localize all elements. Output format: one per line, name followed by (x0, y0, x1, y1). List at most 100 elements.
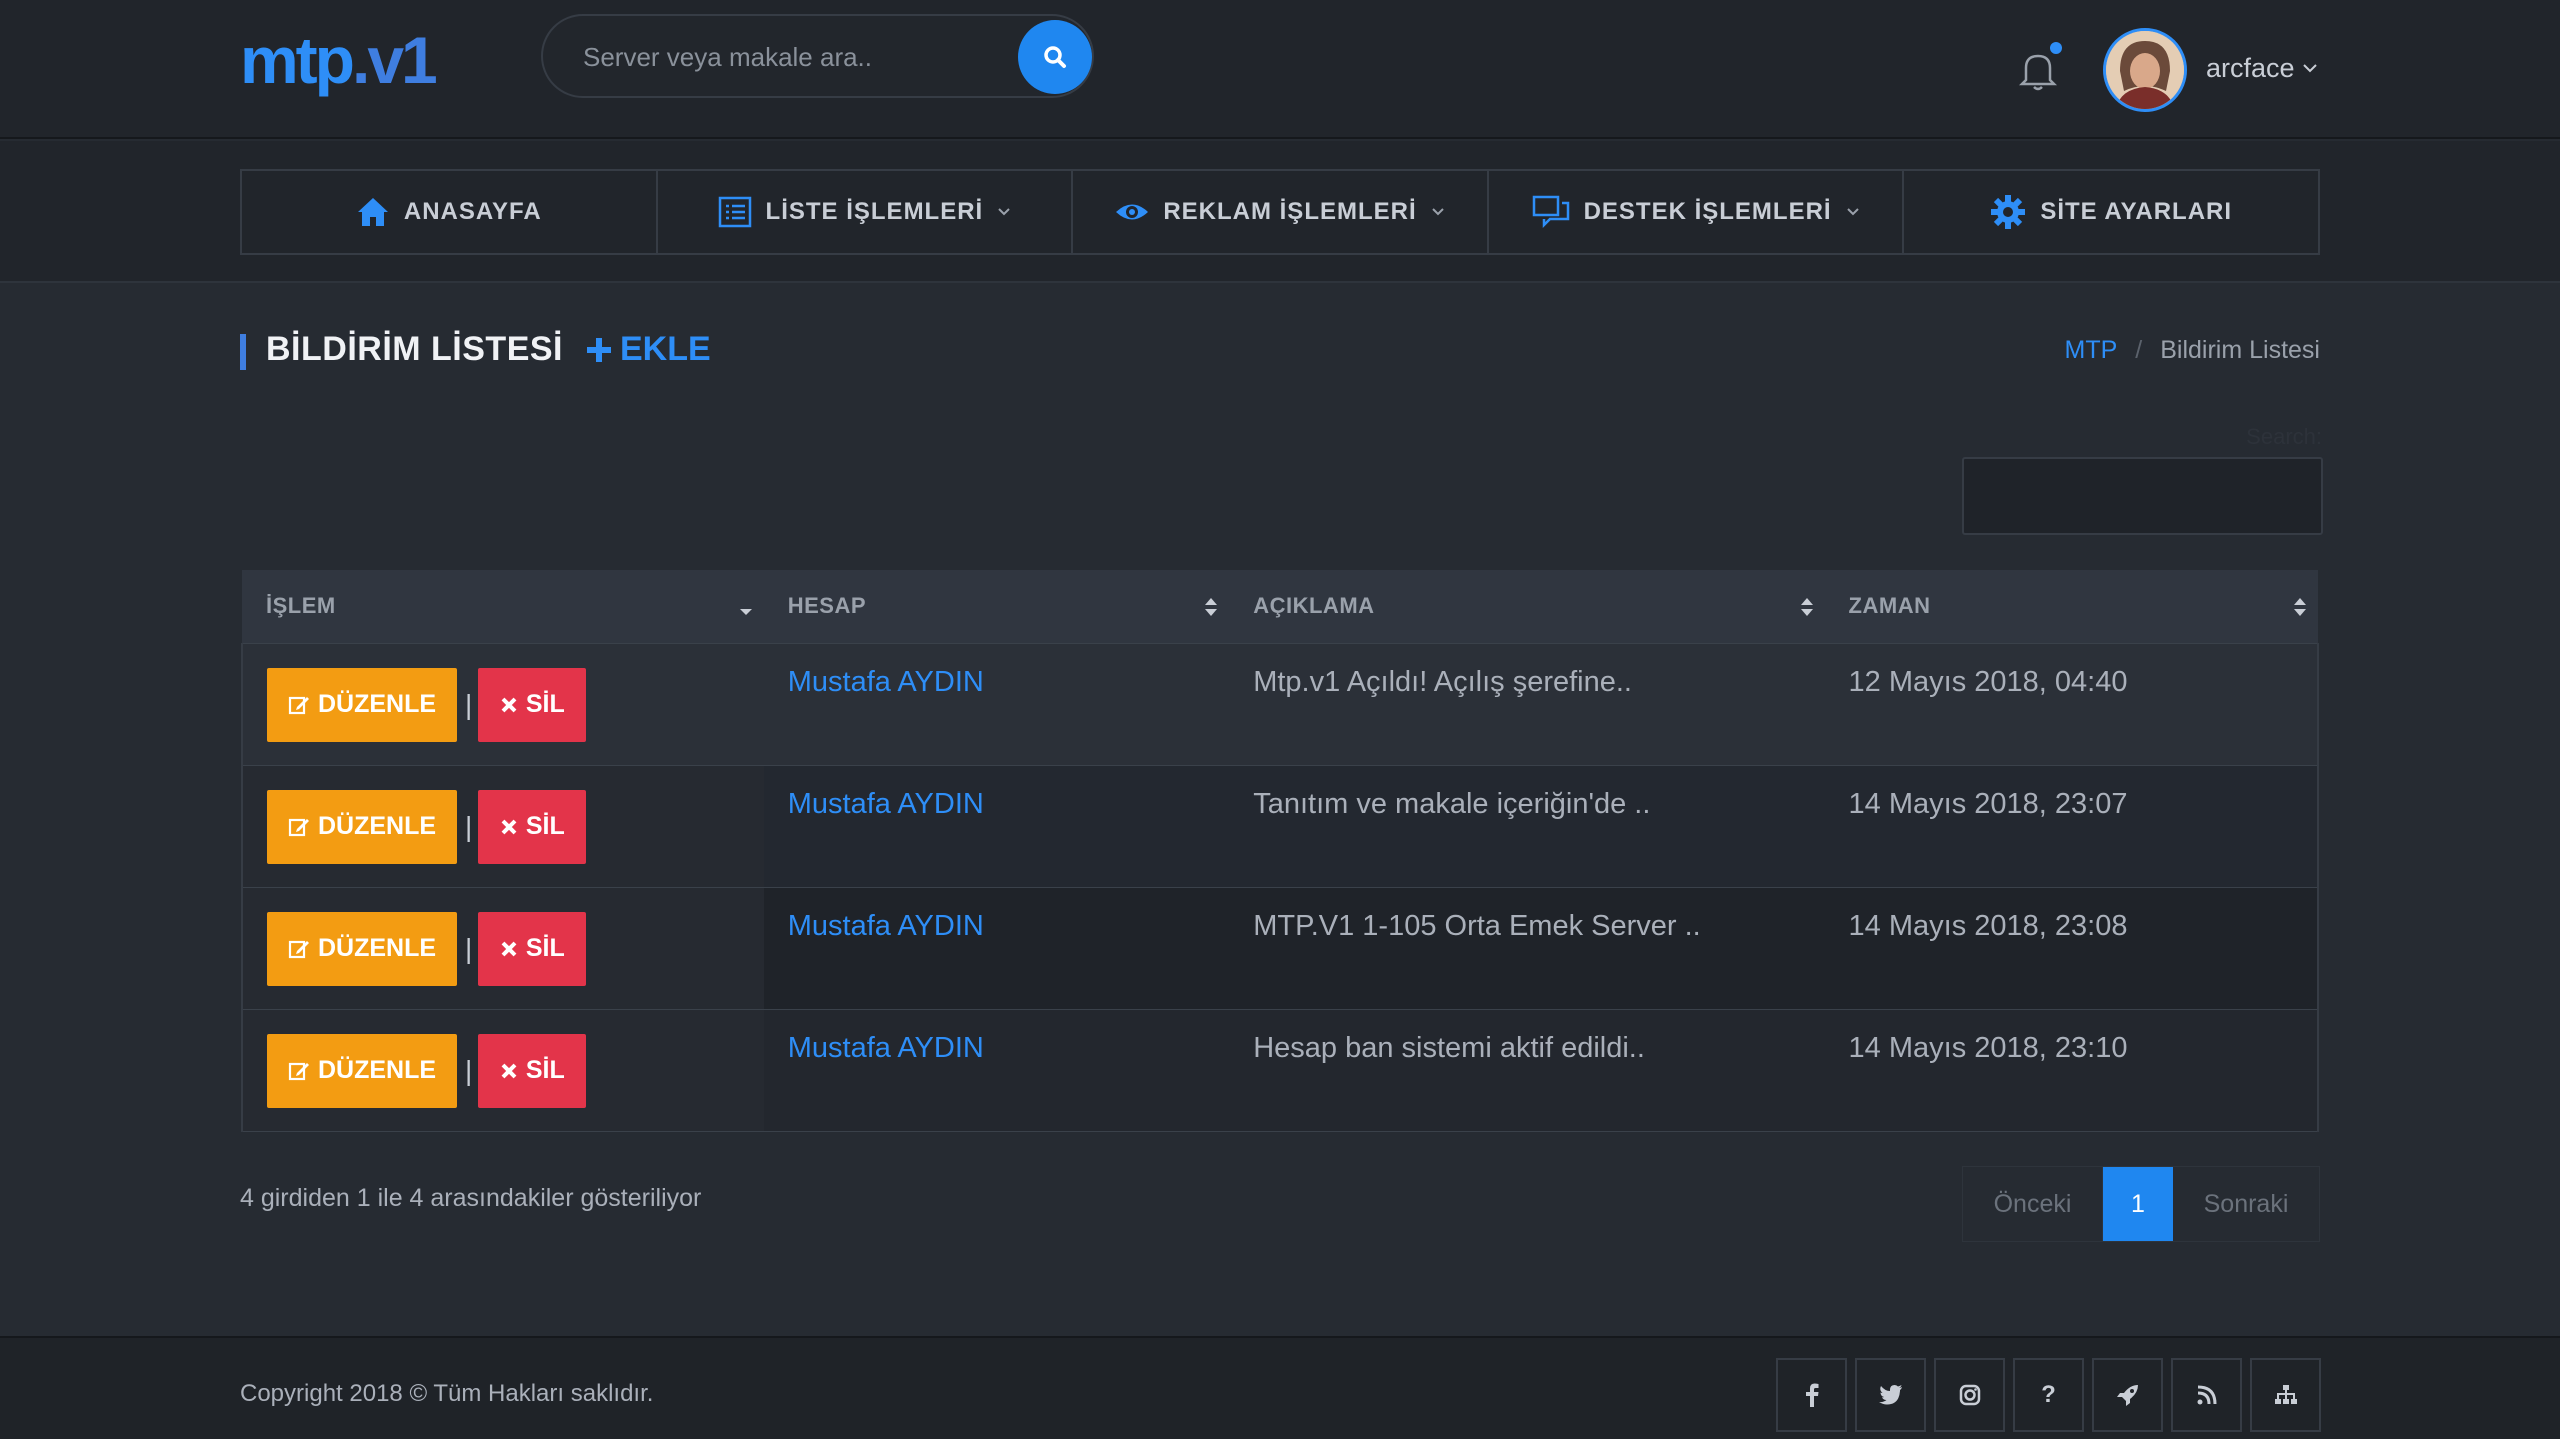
sort-desc-icon (739, 609, 752, 615)
twitter-icon (1878, 1385, 1902, 1405)
column-header-label: HESAP (787, 593, 867, 619)
footer: Copyright 2018 © Tüm Hakları saklıdır. ? (0, 1336, 2560, 1439)
bell-icon[interactable] (2018, 48, 2058, 92)
edit-icon (288, 696, 309, 714)
edit-label: DÜZENLE (317, 1056, 437, 1084)
delete-label: SİL (525, 690, 565, 718)
action-divider: | (465, 1054, 473, 1086)
column-header-islem[interactable]: İŞLEM (242, 570, 764, 644)
search-input[interactable] (583, 34, 1023, 80)
nav-item-label: DESTEK İŞLEMLERİ (1583, 198, 1832, 225)
delete-button[interactable]: SİL (478, 1033, 587, 1108)
account-link[interactable]: Mustafa AYDIN (763, 765, 1230, 888)
search-button[interactable] (1018, 20, 1092, 94)
delete-button[interactable]: SİL (478, 911, 587, 986)
nav-item-label: SİTE AYARLARI (2040, 198, 2233, 225)
time-cell: 12 Mayıs 2018, 04:40 (1824, 643, 2320, 766)
next-page-button[interactable]: Sonraki (2173, 1167, 2319, 1241)
actions-cell: DÜZENLE | SİL (241, 1009, 764, 1132)
delete-label: SİL (525, 812, 565, 840)
notification-table: İŞLEM HESAP AÇIKLAMA ZAMAN DÜZENLE | SİL… (241, 570, 2320, 1132)
add-button[interactable]: EKLE (586, 330, 711, 369)
site-logo[interactable]: mtp.v1 (240, 20, 438, 100)
delete-label: SİL (525, 1056, 565, 1084)
description-cell: Mtp.v1 Açıldı! Açılış şerefine.. (1229, 643, 1825, 766)
instagram-link[interactable] (1934, 1358, 2005, 1432)
help-link[interactable]: ? (2013, 1358, 2084, 1432)
description-cell: Tanıtım ve makale içeriğin'de .. (1229, 765, 1825, 888)
edit-label: DÜZENLE (317, 934, 437, 962)
delete-button[interactable]: SİL (478, 667, 587, 742)
time-cell: 14 Mayıs 2018, 23:07 (1824, 765, 2320, 888)
table-search-label: Search: (2246, 424, 2322, 449)
rocket-icon (2116, 1385, 2138, 1406)
top-header: mtp.v1 arcface (0, 0, 2560, 139)
edit-icon (288, 1062, 309, 1080)
instagram-icon (1959, 1384, 1980, 1406)
facebook-link[interactable] (1776, 1358, 1847, 1432)
close-icon (501, 819, 517, 834)
chevron-down-icon (1431, 208, 1444, 216)
page-title: BİLDİRİM LİSTESİ (266, 330, 563, 368)
sort-icon (2294, 598, 2306, 616)
username[interactable]: arcface (2206, 53, 2295, 84)
column-header-aciklama[interactable]: AÇIKLAMA (1229, 570, 1825, 644)
edit-button[interactable]: DÜZENLE (267, 911, 457, 986)
search-box (541, 14, 1094, 98)
nav-item-site-ayarlari[interactable]: SİTE AYARLARI (1904, 171, 2318, 253)
main-nav: ANASAYFA LİSTE İŞLEMLERİ REKLAM İŞLEMLER… (240, 169, 2320, 255)
prev-page-button[interactable]: Önceki (1963, 1167, 2103, 1241)
time-cell: 14 Mayıs 2018, 23:08 (1824, 887, 2320, 1010)
list-icon (718, 196, 751, 228)
sort-icon (1800, 598, 1813, 616)
delete-label: SİL (525, 934, 565, 962)
nav-item-anasayfa[interactable]: ANASAYFA (242, 171, 658, 253)
nav-item-destek-islemleri[interactable]: DESTEK İŞLEMLERİ (1489, 171, 1905, 253)
edit-icon (288, 818, 309, 836)
actions-cell: DÜZENLE | SİL (241, 643, 764, 766)
column-header-label: İŞLEM (266, 593, 336, 619)
close-icon (501, 941, 517, 956)
edit-button[interactable]: DÜZENLE (267, 667, 457, 742)
table-search-input[interactable] (1962, 457, 2323, 535)
delete-button[interactable]: SİL (478, 789, 587, 864)
breadcrumb-current: Bildirim Listesi (2160, 336, 2320, 364)
table-row: DÜZENLE | SİL Mustafa AYDIN Tanıtım ve m… (241, 765, 2320, 888)
column-header-hesap[interactable]: HESAP (763, 570, 1230, 644)
table-info: 4 girdiden 1 ile 4 arasındakiler gösteri… (240, 1184, 702, 1212)
gear-icon (1991, 195, 2026, 229)
time-cell: 14 Mayıs 2018, 23:10 (1824, 1009, 2320, 1132)
nav-item-label: LİSTE İŞLEMLERİ (765, 198, 984, 225)
nav-item-reklam-islemleri[interactable]: REKLAM İŞLEMLERİ (1073, 171, 1489, 253)
edit-label: DÜZENLE (317, 690, 437, 718)
page-button-current[interactable]: 1 (2103, 1167, 2173, 1241)
main-nav-bar: ANASAYFA LİSTE İŞLEMLERİ REKLAM İŞLEMLER… (0, 141, 2560, 283)
nav-item-label: REKLAM İŞLEMLERİ (1163, 198, 1417, 225)
edit-button[interactable]: DÜZENLE (267, 789, 457, 864)
avatar[interactable] (2103, 28, 2187, 112)
rss-icon (2197, 1385, 2216, 1405)
table-row: DÜZENLE | SİL Mustafa AYDIN MTP.V1 1-105… (241, 887, 2320, 1010)
account-link[interactable]: Mustafa AYDIN (763, 1009, 1230, 1132)
chevron-down-icon (998, 208, 1010, 216)
chevron-down-icon (1846, 208, 1859, 216)
account-link[interactable]: Mustafa AYDIN (763, 643, 1230, 766)
column-header-zaman[interactable]: ZAMAN (1824, 570, 2318, 644)
edit-button[interactable]: DÜZENLE (267, 1033, 457, 1108)
twitter-link[interactable] (1855, 1358, 1926, 1432)
close-icon (501, 1063, 517, 1078)
rocket-link[interactable] (2092, 1358, 2163, 1432)
notification-dot (2050, 42, 2062, 54)
eye-icon (1116, 204, 1149, 220)
chevron-down-icon[interactable] (2302, 62, 2318, 74)
plus-icon (587, 337, 611, 362)
rss-link[interactable] (2171, 1358, 2242, 1432)
nav-item-liste-islemleri[interactable]: LİSTE İŞLEMLERİ (658, 171, 1074, 253)
table-row: DÜZENLE | SİL Mustafa AYDIN Mtp.v1 Açıld… (241, 643, 2320, 766)
breadcrumb-separator: / (2135, 336, 2143, 364)
sitemap-link[interactable] (2250, 1358, 2321, 1432)
account-link[interactable]: Mustafa AYDIN (763, 887, 1230, 1010)
action-divider: | (465, 688, 473, 720)
home-icon (357, 198, 388, 226)
breadcrumb-home[interactable]: MTP (2065, 336, 2118, 365)
